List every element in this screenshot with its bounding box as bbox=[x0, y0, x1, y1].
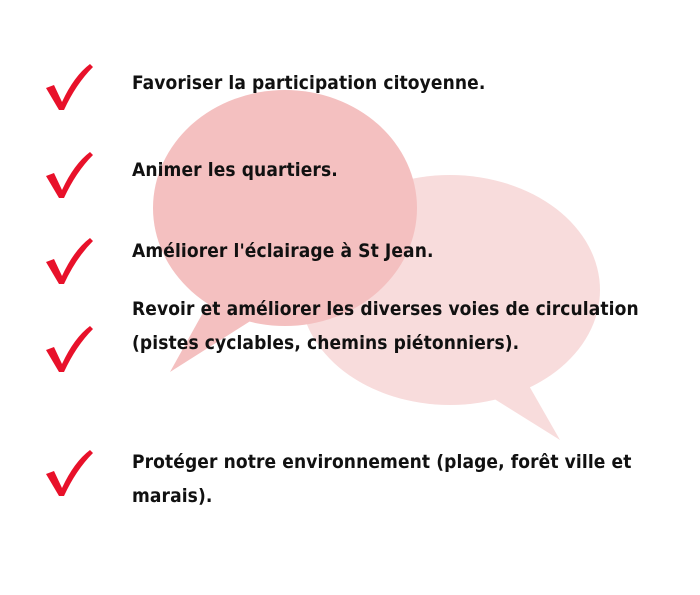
checklist-item-text: Animer les quartiers. bbox=[132, 159, 338, 181]
checklist-page: Favoriser la participation citoyenne. An… bbox=[0, 0, 700, 595]
checkmark-icon bbox=[46, 238, 93, 284]
checklist-item-text: Revoir et améliorer les diverses voies d… bbox=[132, 298, 639, 354]
checklist-item-text: Améliorer l'éclairage à St Jean. bbox=[132, 240, 434, 262]
checkmark-icon bbox=[46, 326, 93, 372]
checklist-item-text: Favoriser la participation citoyenne. bbox=[132, 72, 486, 94]
checkmark-icon bbox=[46, 152, 93, 198]
checklist-item-text: Protéger notre environnement (plage, for… bbox=[132, 451, 632, 507]
checkmark-icon bbox=[46, 450, 93, 496]
checkmark-icon bbox=[46, 64, 93, 110]
